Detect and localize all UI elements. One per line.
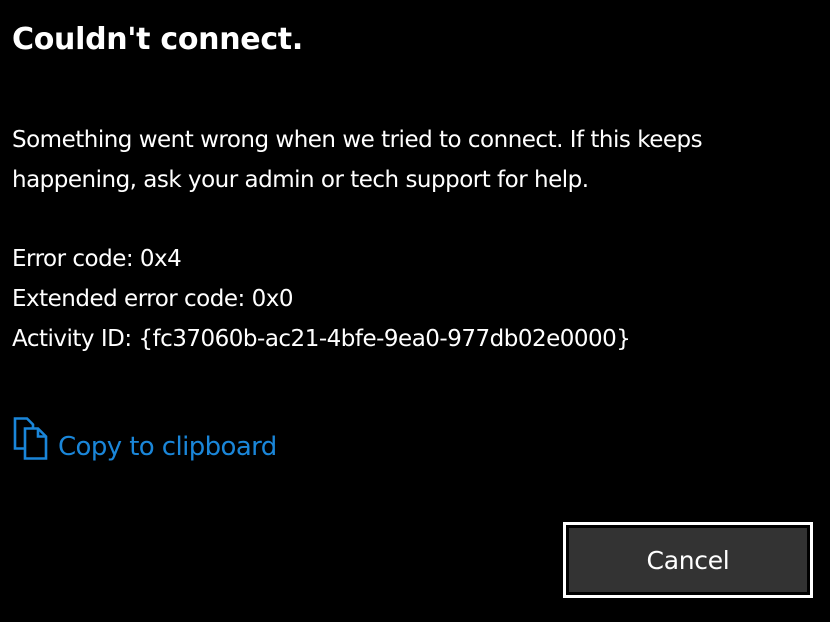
error-code: Error code: 0x4	[12, 246, 182, 272]
copy-icon	[13, 417, 48, 460]
cancel-button[interactable]: Cancel	[563, 522, 813, 598]
error-message: Something went wrong when we tried to co…	[12, 120, 812, 200]
extended-error-code: Extended error code: 0x0	[12, 286, 293, 312]
dialog-title: Couldn't connect.	[12, 22, 303, 57]
cancel-button-label: Cancel	[569, 528, 807, 592]
copy-to-clipboard-label: Copy to clipboard	[58, 432, 277, 462]
activity-id: Activity ID: {fc37060b-ac21-4bfe-9ea0-97…	[12, 326, 631, 352]
error-message-line-1: Something went wrong when we tried to co…	[12, 127, 703, 153]
error-details: Error code: 0x4 Extended error code: 0x0…	[12, 239, 631, 359]
error-dialog: Couldn't connect. Something went wrong w…	[0, 0, 830, 622]
copy-to-clipboard-link[interactable]: Copy to clipboard	[12, 417, 277, 462]
error-message-line-2: happening, ask your admin or tech suppor…	[12, 167, 589, 193]
